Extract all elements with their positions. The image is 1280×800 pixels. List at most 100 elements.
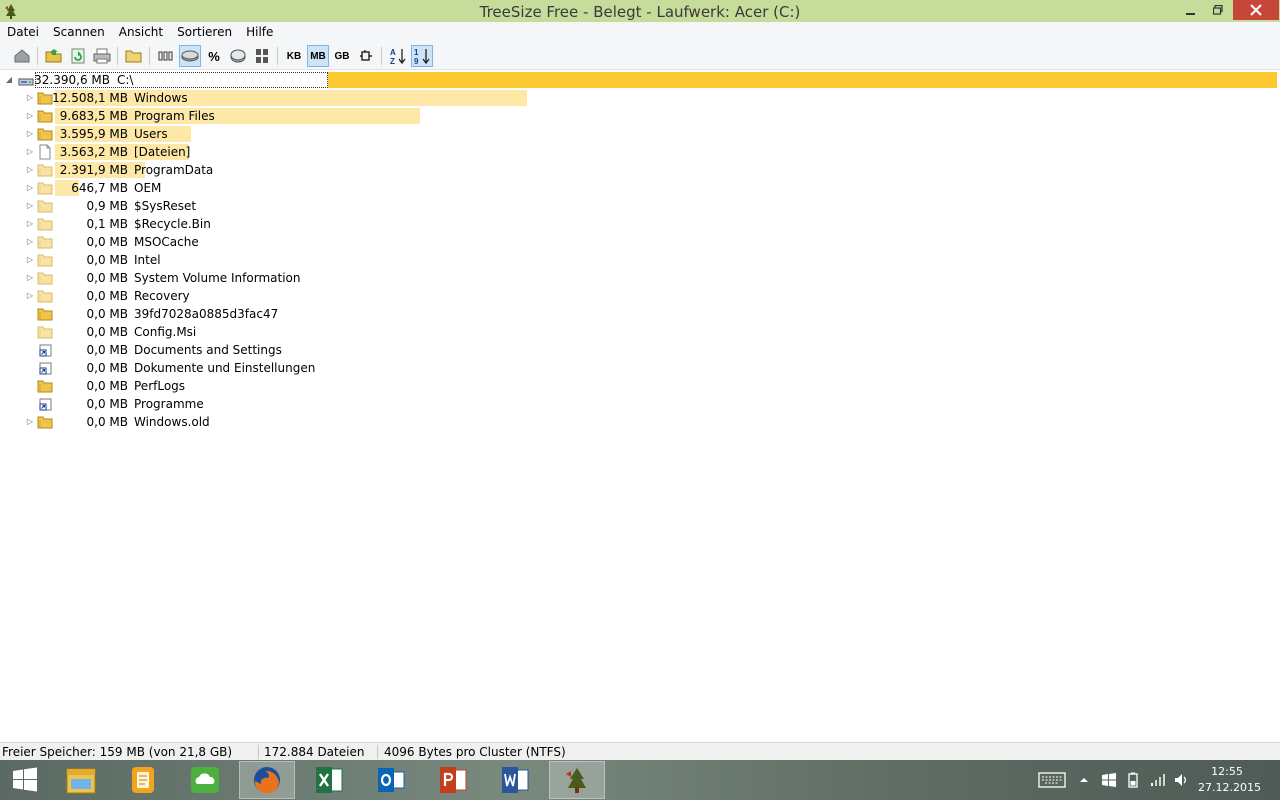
tree-row[interactable]: 0,0 MB PerfLogs [0, 377, 1280, 395]
taskbar-notes-app[interactable] [115, 761, 171, 799]
item-name: Users [134, 127, 168, 141]
svg-text:Z: Z [390, 57, 395, 65]
tree-row[interactable]: ▷ 0,0 MB Intel [0, 251, 1280, 269]
item-size: 0,0 MB [86, 415, 128, 429]
tree-row[interactable]: ▷ 0,0 MB System Volume Information [0, 269, 1280, 287]
tree-row[interactable]: 0,0 MB Programme [0, 395, 1280, 413]
print-button[interactable] [91, 45, 113, 67]
tree-row[interactable]: 0,0 MB Dokumente und Einstellungen [0, 359, 1280, 377]
refresh-button[interactable] [67, 45, 89, 67]
browse-folder-button[interactable] [123, 45, 145, 67]
network-button[interactable] [1148, 770, 1168, 790]
sort-size-button[interactable]: 19 [411, 45, 433, 67]
restore-button[interactable] [1205, 0, 1231, 20]
disk-size-icon [181, 50, 199, 62]
tree-row[interactable]: ▷ 0,1 MB $Recycle.Bin [0, 215, 1280, 233]
unit-mb-button[interactable]: MB [307, 45, 329, 67]
allocated-space-button[interactable] [227, 45, 249, 67]
item-name: PerfLogs [134, 379, 186, 393]
auto-unit-button[interactable] [355, 45, 377, 67]
size-bars-icon [158, 51, 173, 61]
item-name: Programme [134, 397, 204, 411]
refresh-icon [71, 48, 85, 64]
tree-row[interactable]: ▷ 9.683,5 MB Program Files [0, 107, 1280, 125]
close-button[interactable] [1233, 0, 1279, 20]
tree-row[interactable]: ▷ 3.595,9 MB Users [0, 125, 1280, 143]
touch-keyboard-button[interactable] [1036, 770, 1068, 790]
item-size: 0,0 MB [86, 253, 128, 267]
close-icon [1250, 4, 1262, 16]
tree-root-row[interactable]: ◢ 32.390,6 MB C:\ [0, 71, 1280, 89]
item-name: MSOCache [134, 235, 199, 249]
show-hidden-icons-button[interactable] [1077, 770, 1091, 790]
tree-row[interactable]: 0,0 MB Config.Msi [0, 323, 1280, 341]
item-size: 0,0 MB [86, 361, 128, 375]
treesize-icon [566, 768, 586, 793]
start-button[interactable] [0, 761, 50, 799]
item-name: System Volume Information [134, 271, 301, 285]
menu-hilfe[interactable]: Hilfe [239, 22, 280, 42]
item-name: Intel [134, 253, 161, 267]
file-count-button[interactable] [251, 45, 273, 67]
unit-kb-button[interactable]: KB [283, 45, 305, 67]
select-drive-button[interactable] [11, 45, 33, 67]
volume-button[interactable] [1173, 770, 1191, 790]
taskbar-clock[interactable]: 12:55 27.12.2015 [1198, 764, 1261, 796]
start-icon [13, 767, 37, 792]
taskbar-word[interactable] [487, 761, 543, 799]
unit-gb-button[interactable]: GB [331, 45, 353, 67]
free-space-status: Freier Speicher: 159 MB (von 21,8 GB) [2, 745, 233, 759]
taskbar-firefox[interactable] [239, 761, 295, 799]
taskbar-powerpoint[interactable] [425, 761, 481, 799]
chevron-up-icon [1080, 778, 1088, 782]
svg-text:1: 1 [414, 48, 419, 57]
clock-date: 27.12.2015 [1198, 781, 1261, 794]
menu-ansicht[interactable]: Ansicht [112, 22, 170, 42]
item-size: 0,9 MB [86, 199, 128, 213]
taskbar-explorer[interactable] [53, 761, 109, 799]
sort-name-button[interactable]: AZ [387, 45, 409, 67]
item-name: Config.Msi [134, 325, 197, 339]
item-name: Windows.old [134, 415, 210, 429]
notes-app-icon [132, 767, 154, 793]
tree-row[interactable]: 0,0 MB Documents and Settings [0, 341, 1280, 359]
tree-row[interactable]: ▷ 0,9 MB $SysReset [0, 197, 1280, 215]
folder-browse-icon [125, 50, 142, 63]
taskbar-cloud-app[interactable] [177, 761, 233, 799]
taskbar-treesize[interactable] [549, 761, 605, 799]
menu-scannen[interactable]: Scannen [46, 22, 112, 42]
status-divider [258, 745, 259, 759]
minimize-icon [1186, 13, 1195, 15]
tree-row[interactable]: ▷ 3.563,2 MB [Dateien] [0, 143, 1280, 161]
size-bars-button[interactable] [155, 45, 177, 67]
minimize-button[interactable] [1178, 0, 1204, 20]
taskbar-outlook[interactable] [363, 761, 419, 799]
tree-row[interactable]: ▷ 0,0 MB Windows.old [0, 413, 1280, 431]
root-size: 32.390,6 MB [34, 73, 110, 87]
open-folder-button[interactable] [43, 45, 65, 67]
menu-sortieren[interactable]: Sortieren [170, 22, 239, 42]
item-size: 646,7 MB [71, 181, 128, 195]
tree-row[interactable]: ▷ 2.391,9 MB ProgramData [0, 161, 1280, 179]
percent-button[interactable]: % [203, 45, 225, 67]
tree-row[interactable]: ▷ 646,7 MB OEM [0, 179, 1280, 197]
tree-row[interactable]: ▷ 12.508,1 MB Windows [0, 89, 1280, 107]
item-size: 9.683,5 MB [59, 109, 128, 123]
windows-tray-button[interactable] [1100, 770, 1118, 790]
disk-size-button[interactable] [179, 45, 201, 67]
tree-row[interactable]: 0,0 MB 39fd7028a0885d3fac47 [0, 305, 1280, 323]
svg-text:9: 9 [414, 57, 419, 65]
outlook-icon [378, 768, 405, 792]
taskbar-excel[interactable] [301, 761, 357, 799]
explorer-icon [66, 768, 96, 794]
keyboard-icon [1038, 772, 1066, 788]
tree-row[interactable]: ▷ 0,0 MB MSOCache [0, 233, 1280, 251]
battery-button[interactable] [1124, 770, 1142, 790]
item-name: [Dateien] [134, 145, 191, 159]
directory-tree[interactable]: ◢ 32.390,6 MB C:\ ▷ 12.508,1 MB Windows ▷ 9.… [0, 70, 1280, 742]
toolbar-separator [381, 47, 382, 65]
item-name: Documents and Settings [134, 343, 282, 357]
menu-datei[interactable]: Datei [0, 22, 46, 42]
tree-row[interactable]: ▷ 0,0 MB Recovery [0, 287, 1280, 305]
item-size: 0,0 MB [86, 307, 128, 321]
